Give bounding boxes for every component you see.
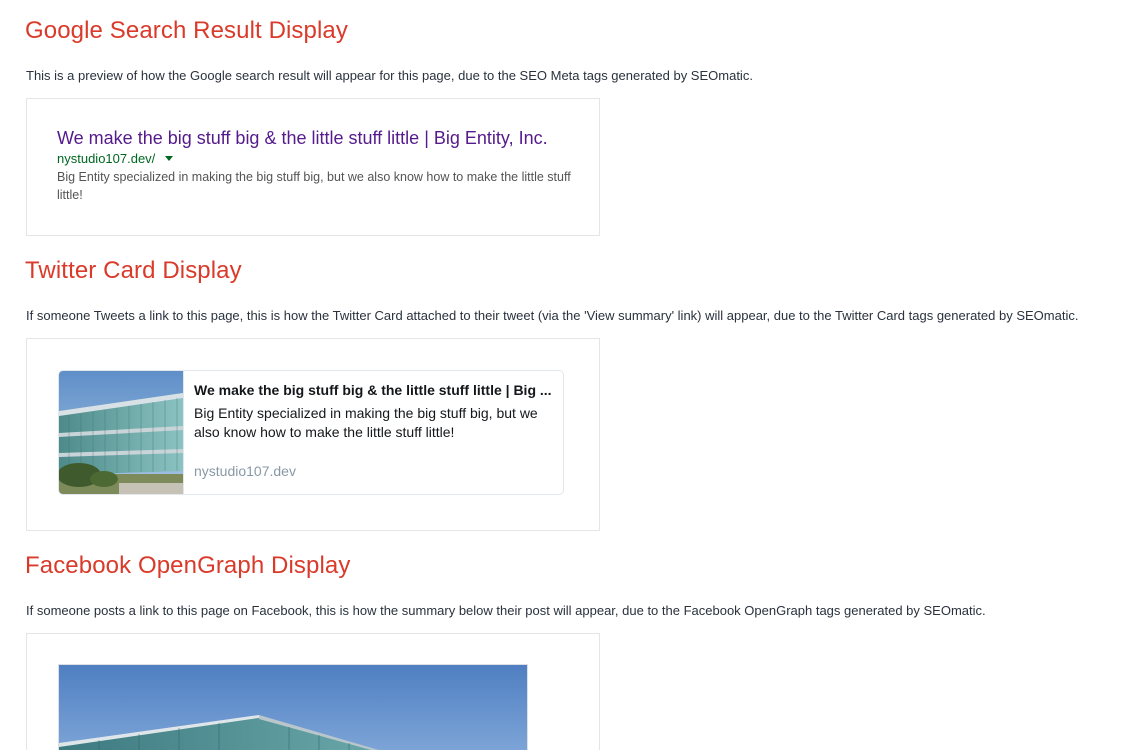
google-result-url[interactable]: nystudio107.dev/ [57,151,155,166]
caret-down-icon[interactable] [165,156,174,161]
google-result-url-row: nystudio107.dev/ [57,151,174,166]
facebook-section-description: If someone posts a link to this page on … [26,603,986,618]
google-result-snippet: Big Entity specialized in making the big… [57,170,571,202]
twitter-card-image [59,371,184,494]
google-result-title[interactable]: We make the big stuff big & the little s… [57,128,548,149]
seo-preview-page: Google Search Result Display This is a p… [0,0,1125,750]
facebook-preview-box [26,633,600,750]
twitter-card-title: We make the big stuff big & the little s… [194,382,552,398]
twitter-section-description: If someone Tweets a link to this page, t… [26,308,1079,323]
office-building-image [59,371,183,494]
google-section-heading: Google Search Result Display [25,17,348,44]
office-building-image [59,665,527,750]
google-preview-box: We make the big stuff big & the little s… [26,98,600,236]
twitter-card[interactable]: We make the big stuff big & the little s… [58,370,564,495]
google-section-description: This is a preview of how the Google sear… [26,68,753,83]
twitter-card-description: Big Entity specialized in making the big… [194,405,538,440]
facebook-preview-image[interactable] [58,664,528,750]
twitter-preview-box: We make the big stuff big & the little s… [26,338,600,531]
twitter-card-domain: nystudio107.dev [194,463,296,479]
twitter-section-heading: Twitter Card Display [25,257,242,284]
facebook-section-heading: Facebook OpenGraph Display [25,552,351,579]
